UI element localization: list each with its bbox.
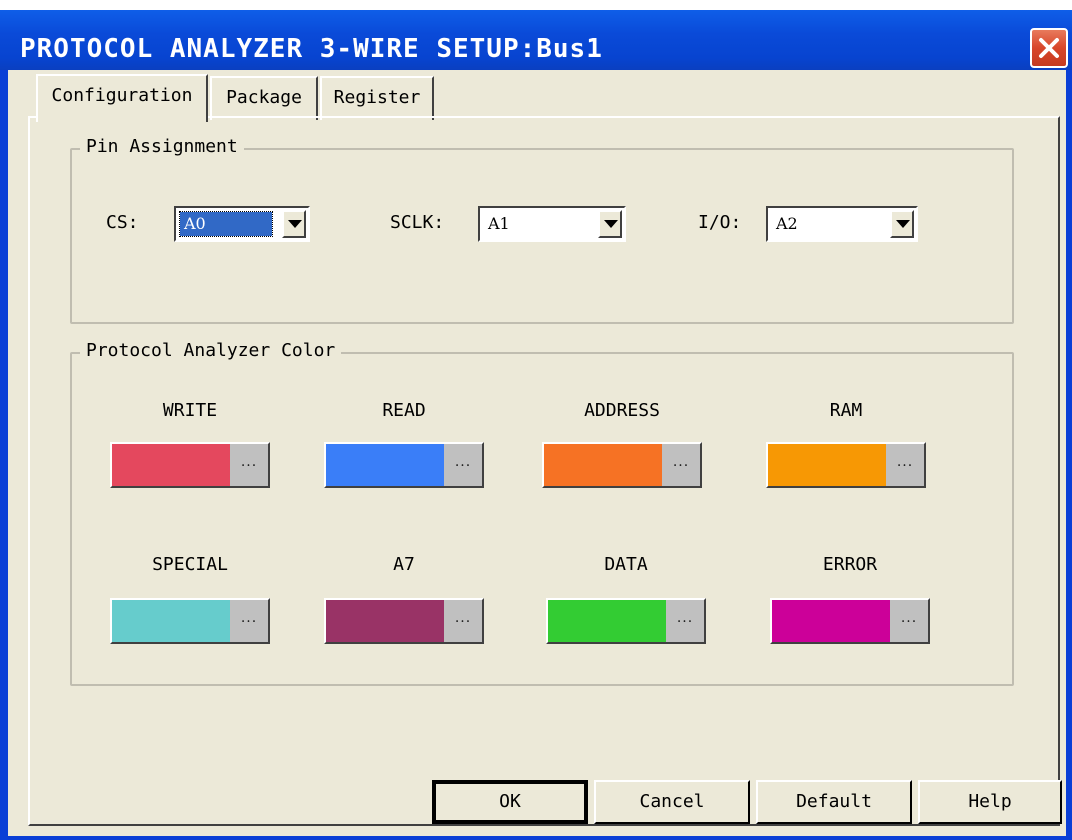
title-bar-top-edge — [0, 0, 1072, 10]
window-title: PROTOCOL ANALYZER 3-WIRE SETUP:Bus1 — [20, 34, 603, 64]
color-button-error[interactable]: ... — [770, 598, 930, 644]
color-label-error: ERROR — [822, 554, 878, 575]
color-button-address[interactable]: ... — [542, 442, 702, 488]
color-label-ram: RAM — [829, 400, 863, 421]
close-button[interactable] — [1030, 28, 1068, 68]
color-button-ram[interactable]: ... — [766, 442, 926, 488]
color-swatch — [544, 444, 662, 486]
color-swatch — [112, 600, 230, 642]
sclk-select-value: A1 — [488, 214, 510, 233]
group-title-protocol-analyzer-color: Protocol Analyzer Color — [80, 340, 342, 361]
more-icon: ... — [454, 454, 472, 470]
tab-panel-configuration: Pin Assignment CS: A0 SCLK: A1 I/O: A2 P… — [28, 116, 1060, 826]
sclk-label: SCLK: — [390, 212, 445, 233]
color-swatch — [326, 444, 444, 486]
cs-label: CS: — [106, 212, 139, 233]
ok-button[interactable]: OK — [432, 780, 588, 824]
color-label-a7: A7 — [393, 554, 415, 575]
sclk-dropdown-button[interactable] — [598, 210, 622, 238]
more-icon: ... — [240, 610, 258, 626]
color-swatch — [112, 444, 230, 486]
color-button-write[interactable]: ... — [110, 442, 270, 488]
chevron-down-icon — [288, 220, 302, 228]
dialog-client-area: Configuration Package Register Pin Assig… — [8, 70, 1066, 836]
more-icon: ... — [240, 454, 258, 470]
tab-label: Register — [333, 87, 421, 108]
pin-assignment-group: Pin Assignment CS: A0 SCLK: A1 I/O: A2 — [70, 136, 1014, 324]
io-label: I/O: — [698, 212, 742, 233]
more-icon: ... — [900, 610, 918, 626]
io-dropdown-button[interactable] — [890, 210, 914, 238]
io-select-value: A2 — [776, 214, 798, 233]
color-button-data[interactable]: ... — [546, 598, 706, 644]
default-button[interactable]: Default — [756, 780, 912, 824]
color-swatch — [326, 600, 444, 642]
color-swatch — [548, 600, 666, 642]
color-label-address: ADDRESS — [584, 400, 660, 421]
help-button[interactable]: Help — [918, 780, 1062, 824]
color-label-write: WRITE — [162, 400, 218, 421]
color-label-special: SPECIAL — [152, 554, 228, 575]
color-label-data: DATA — [604, 554, 648, 575]
color-label-read: READ — [382, 400, 426, 421]
color-swatch — [772, 600, 890, 642]
tab-label: Configuration — [51, 85, 193, 106]
chevron-down-icon — [604, 220, 618, 228]
tab-package[interactable]: Package — [210, 76, 318, 120]
more-icon: ... — [896, 454, 914, 470]
io-select[interactable]: A2 — [766, 206, 918, 242]
tab-register[interactable]: Register — [320, 76, 434, 120]
color-button-read[interactable]: ... — [324, 442, 484, 488]
cs-dropdown-button[interactable] — [282, 210, 306, 238]
more-icon: ... — [676, 610, 694, 626]
group-title-pin-assignment: Pin Assignment — [80, 136, 244, 157]
chevron-down-icon — [896, 220, 910, 228]
window-bottom-edge — [0, 836, 1072, 840]
cancel-button[interactable]: Cancel — [594, 780, 750, 824]
color-button-a7[interactable]: ... — [324, 598, 484, 644]
more-icon: ... — [672, 454, 690, 470]
title-bar[interactable]: PROTOCOL ANALYZER 3-WIRE SETUP:Bus1 — [0, 10, 1072, 70]
close-icon — [1039, 38, 1059, 58]
protocol-analyzer-color-group: Protocol Analyzer Color WRITE READ ADDRE… — [70, 340, 1014, 686]
tab-configuration[interactable]: Configuration — [36, 74, 208, 122]
tab-label: Package — [226, 87, 302, 108]
more-icon: ... — [454, 610, 472, 626]
color-button-special[interactable]: ... — [110, 598, 270, 644]
cs-select[interactable]: A0 — [174, 206, 310, 242]
sclk-select[interactable]: A1 — [478, 206, 626, 242]
cs-select-value: A0 — [179, 211, 273, 237]
dialog-window: PROTOCOL ANALYZER 3-WIRE SETUP:Bus1 Conf… — [0, 0, 1072, 840]
color-swatch — [768, 444, 886, 486]
